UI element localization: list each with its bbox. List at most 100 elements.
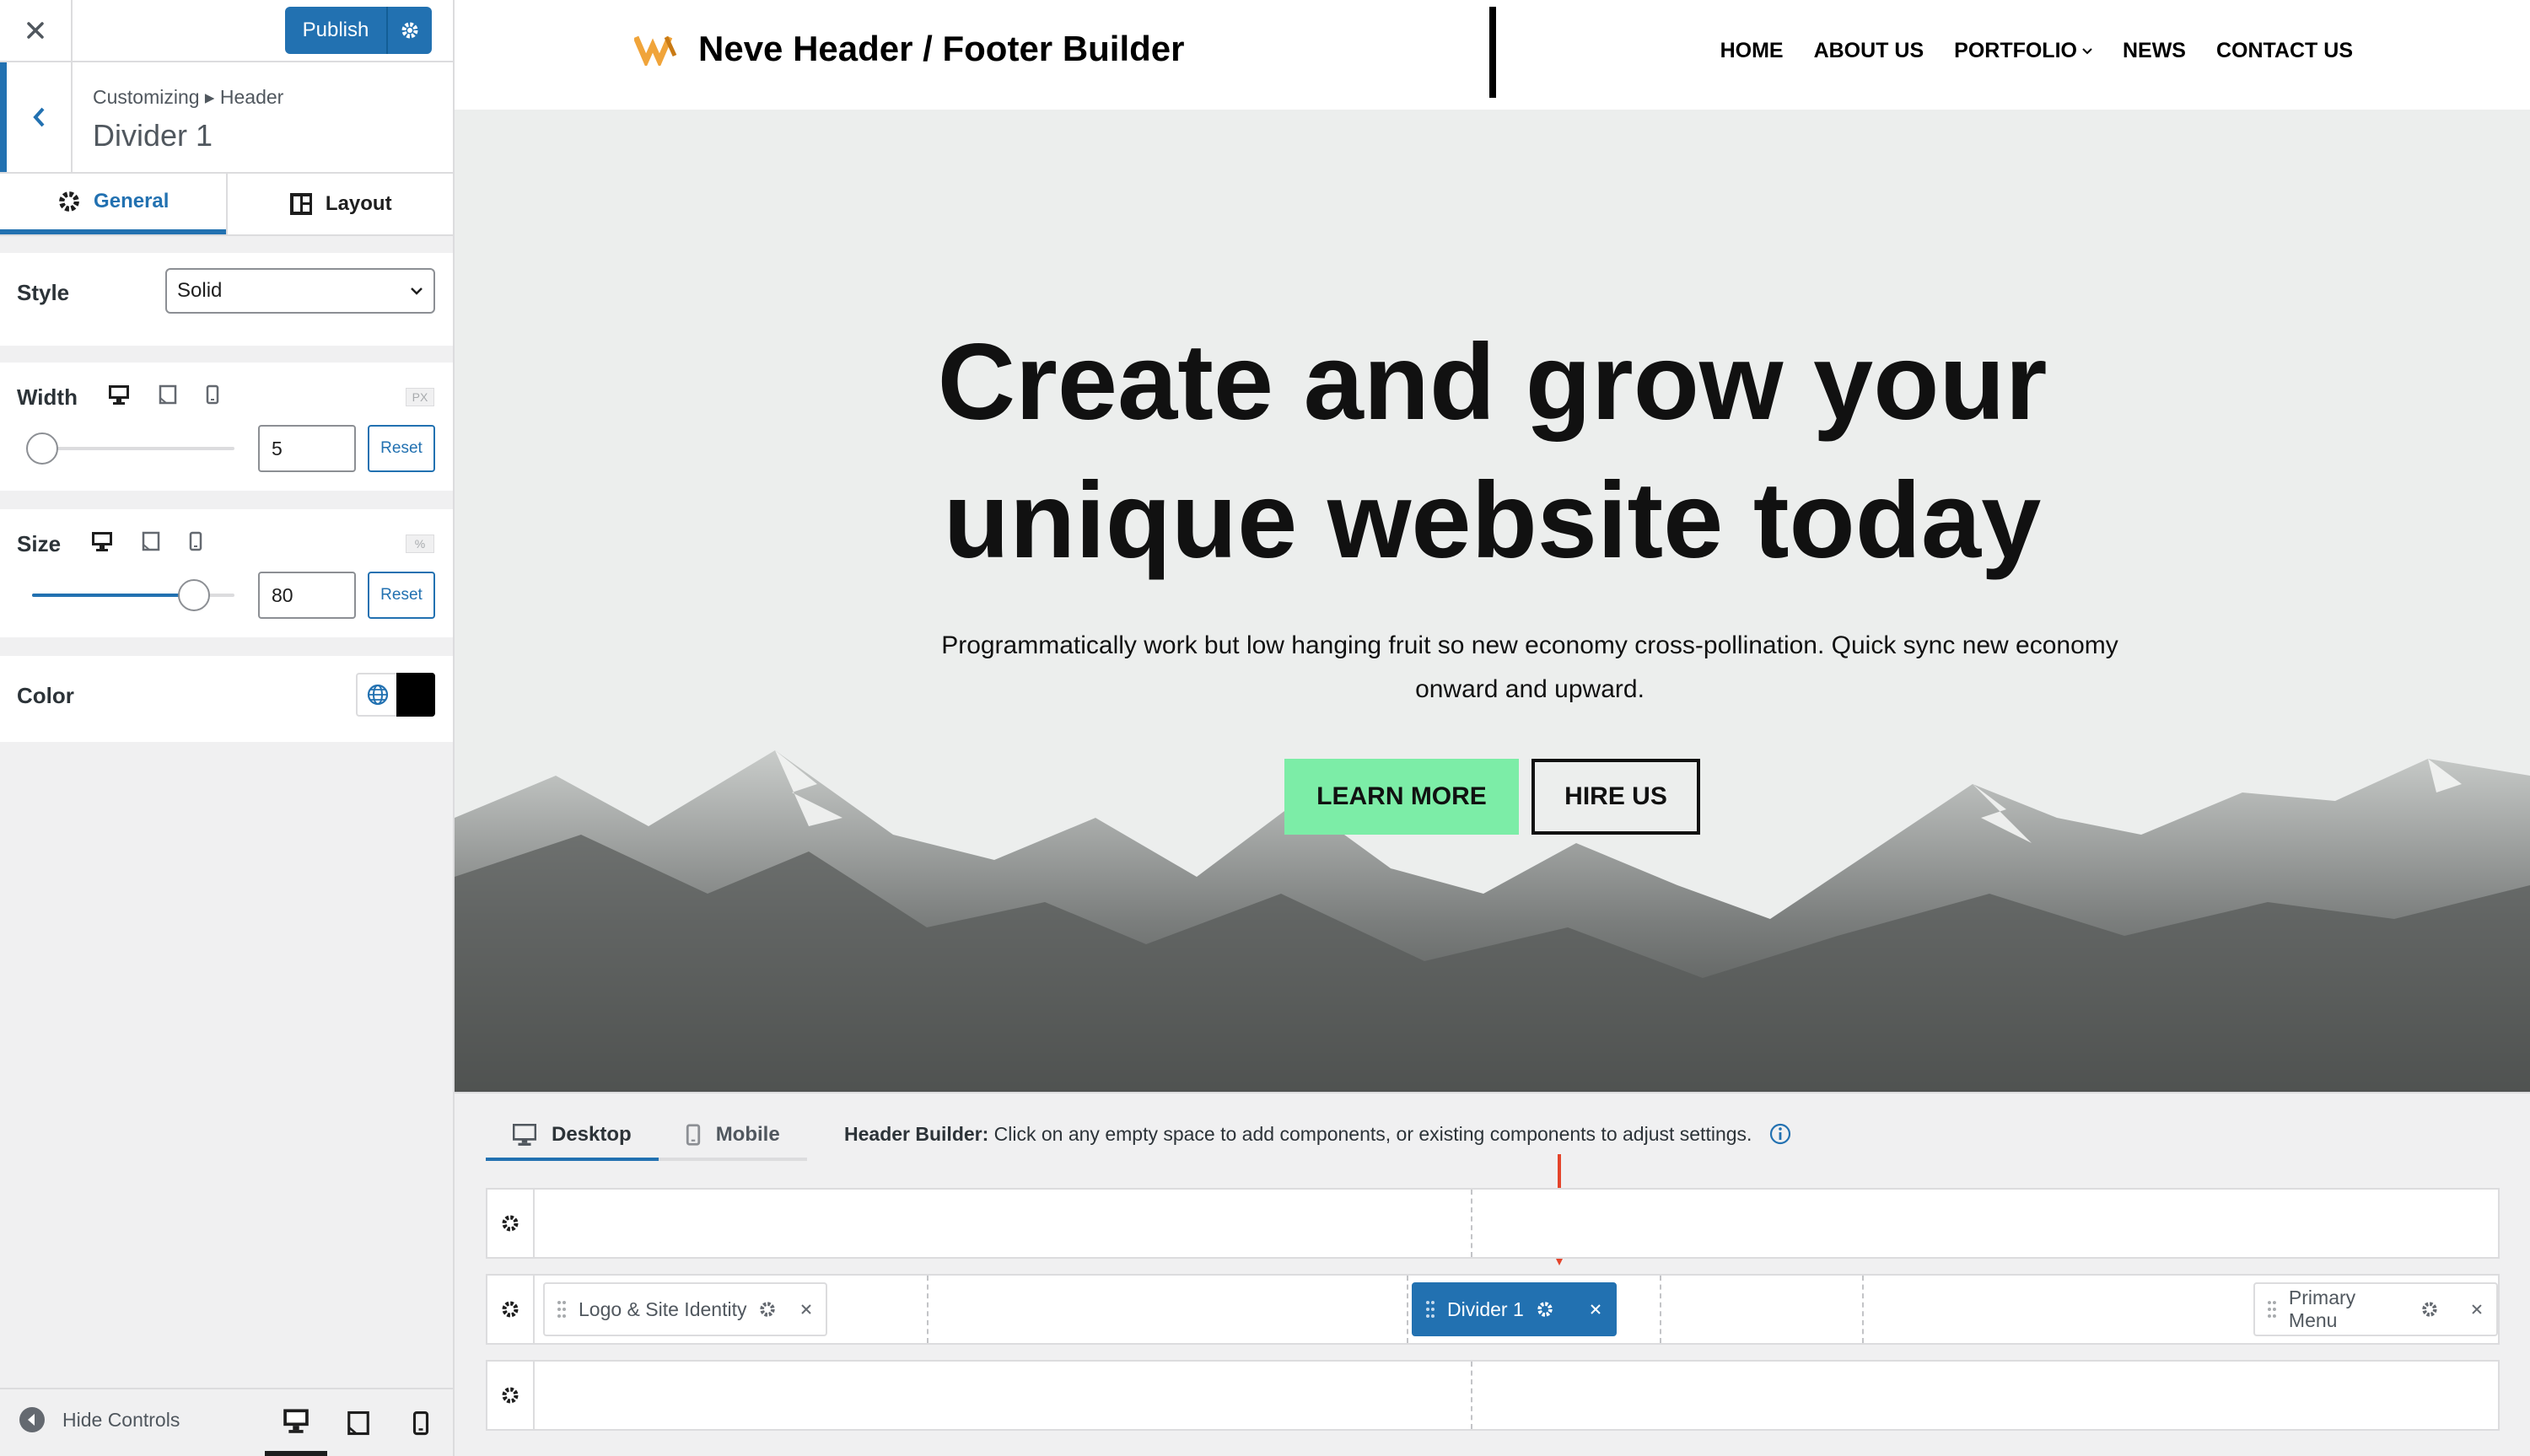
close-customizer-button[interactable] <box>0 0 73 61</box>
builder-row-top[interactable] <box>486 1188 2500 1259</box>
width-input[interactable]: 5 <box>258 425 356 472</box>
close-icon[interactable] <box>1590 1303 1601 1315</box>
tab-layout-label: Layout <box>325 192 392 215</box>
desktop-icon[interactable] <box>108 384 130 405</box>
tablet-icon[interactable] <box>159 384 177 405</box>
preview-device-switcher <box>265 1389 452 1456</box>
style-label: Style <box>17 280 70 305</box>
row-settings-button[interactable] <box>487 1276 535 1343</box>
component-divider-label: Divider 1 <box>1447 1298 1524 1320</box>
tablet-icon[interactable] <box>142 531 160 551</box>
hire-us-button[interactable]: HIRE US <box>1531 759 1700 835</box>
mobile-icon[interactable] <box>189 531 202 551</box>
component-primary-menu[interactable]: Primary Menu <box>2253 1282 2498 1336</box>
section-breadcrumb: Customizing ▸ Header Divider 1 <box>0 62 453 174</box>
preview-desktop-button[interactable] <box>265 1389 327 1456</box>
neve-logo-icon <box>634 35 677 66</box>
builder-hint-text: Click on any empty space to add componen… <box>993 1122 1752 1145</box>
tab-desktop[interactable]: Desktop <box>486 1112 659 1161</box>
gear-icon <box>502 1301 519 1318</box>
hero-subtitle: Programmatically work but low hanging fr… <box>941 631 2118 703</box>
width-unit: PX <box>406 388 434 406</box>
builder-row-bottom[interactable] <box>486 1360 2500 1431</box>
gear-icon[interactable] <box>2420 1300 2439 1319</box>
hide-controls-button[interactable]: Hide Controls <box>19 1406 180 1433</box>
back-button[interactable] <box>0 62 73 172</box>
nav-item-news[interactable]: NEWS <box>2123 39 2186 63</box>
nav-item-portfolio-label: PORTFOLIO <box>1954 39 2077 62</box>
gear-icon[interactable] <box>1536 1300 1554 1319</box>
size-slider-fill <box>32 594 194 597</box>
publish-settings-button[interactable] <box>388 20 432 40</box>
color-panel: Color <box>0 656 453 742</box>
width-reset-button[interactable]: Reset <box>368 425 435 472</box>
row-column-divider <box>927 1276 929 1343</box>
tab-desktop-label: Desktop <box>552 1123 632 1146</box>
row-column-divider <box>1660 1276 1661 1343</box>
mobile-icon[interactable] <box>206 384 219 405</box>
size-panel: Size % 80 Reset <box>0 509 453 637</box>
nav-item-contact[interactable]: CONTACT US <box>2216 39 2353 63</box>
size-slider[interactable] <box>32 579 234 611</box>
site-preview: Neve Header / Footer Builder HOME ABOUT … <box>455 0 2530 1092</box>
size-device-switcher <box>91 531 202 551</box>
global-colors-button[interactable] <box>356 673 398 717</box>
close-icon[interactable] <box>800 1303 812 1315</box>
close-icon[interactable] <box>2471 1303 2483 1315</box>
component-divider[interactable]: Divider 1 <box>1412 1282 1617 1336</box>
hero-title-line-2: unique website today <box>943 460 2042 581</box>
desktop-icon <box>283 1408 309 1433</box>
component-logo[interactable]: Logo & Site Identity <box>543 1282 828 1336</box>
customizer-sidebar: Publish Customizing ▸ Header Divider 1 G… <box>0 0 455 1456</box>
width-slider-handle[interactable] <box>26 433 58 465</box>
size-input[interactable]: 80 <box>258 572 356 619</box>
size-reset-button[interactable]: Reset <box>368 572 435 619</box>
breadcrumb: Customizing ▸ Header <box>93 86 284 108</box>
row-column-divider <box>1471 1190 1472 1257</box>
header-builder: Desktop Mobile Header Builder: Click on … <box>455 1092 2530 1456</box>
preview-mobile-button[interactable] <box>390 1389 452 1456</box>
nav-item-about[interactable]: ABOUT US <box>1814 39 1924 63</box>
style-select[interactable]: Solid <box>165 268 435 314</box>
hero-title-line-1: Create and grow your <box>937 322 2048 443</box>
component-primary-menu-label: Primary Menu <box>2288 1287 2356 1331</box>
tab-layout[interactable]: Layout <box>225 174 454 234</box>
color-swatch[interactable] <box>396 673 435 717</box>
size-unit: % <box>406 535 434 553</box>
tab-general[interactable]: General <box>0 174 226 234</box>
globe-icon <box>367 684 389 706</box>
row-column-divider <box>1862 1276 1864 1343</box>
drag-handle-icon[interactable] <box>2267 1300 2277 1319</box>
primary-menu: HOME ABOUT US PORTFOLIO NEWS CONTACT US <box>1720 39 2353 63</box>
header-divider[interactable] <box>1489 7 1496 98</box>
nav-item-home[interactable]: HOME <box>1720 39 1784 63</box>
site-title: Neve Header / Footer Builder <box>698 29 1185 68</box>
width-slider[interactable] <box>26 433 234 465</box>
hero-title: Create and grow your unique website toda… <box>455 314 2530 590</box>
site-logo[interactable]: Neve Header / Footer Builder <box>634 29 1185 69</box>
gear-icon <box>502 1215 519 1232</box>
width-panel: Width PX 5 Reset <box>0 363 453 491</box>
builder-device-tabs: Desktop Mobile <box>486 1112 807 1161</box>
drag-handle-icon[interactable] <box>557 1300 567 1319</box>
row-settings-button[interactable] <box>487 1190 535 1257</box>
row-column-divider <box>1471 1362 1472 1429</box>
mobile-icon <box>412 1410 429 1435</box>
learn-more-button[interactable]: LEARN MORE <box>1284 759 1519 835</box>
gear-icon <box>59 191 79 212</box>
size-slider-handle[interactable] <box>178 579 210 611</box>
gear-icon[interactable] <box>758 1300 777 1319</box>
builder-row-main[interactable]: Logo & Site Identity Divider 1 Primary M… <box>486 1274 2500 1345</box>
nav-item-portfolio[interactable]: PORTFOLIO <box>1954 39 2092 63</box>
desktop-icon[interactable] <box>91 531 113 551</box>
tablet-icon <box>347 1410 369 1435</box>
row-settings-button[interactable] <box>487 1362 535 1429</box>
info-icon[interactable] <box>1768 1122 1792 1146</box>
tab-mobile[interactable]: Mobile <box>658 1112 807 1161</box>
preview-tablet-button[interactable] <box>327 1389 390 1456</box>
publish-button[interactable]: Publish <box>285 7 432 54</box>
size-label: Size <box>17 531 62 556</box>
drag-handle-icon[interactable] <box>1425 1300 1435 1319</box>
builder-hint-title: Header Builder: <box>844 1122 989 1145</box>
layout-icon <box>289 193 312 215</box>
